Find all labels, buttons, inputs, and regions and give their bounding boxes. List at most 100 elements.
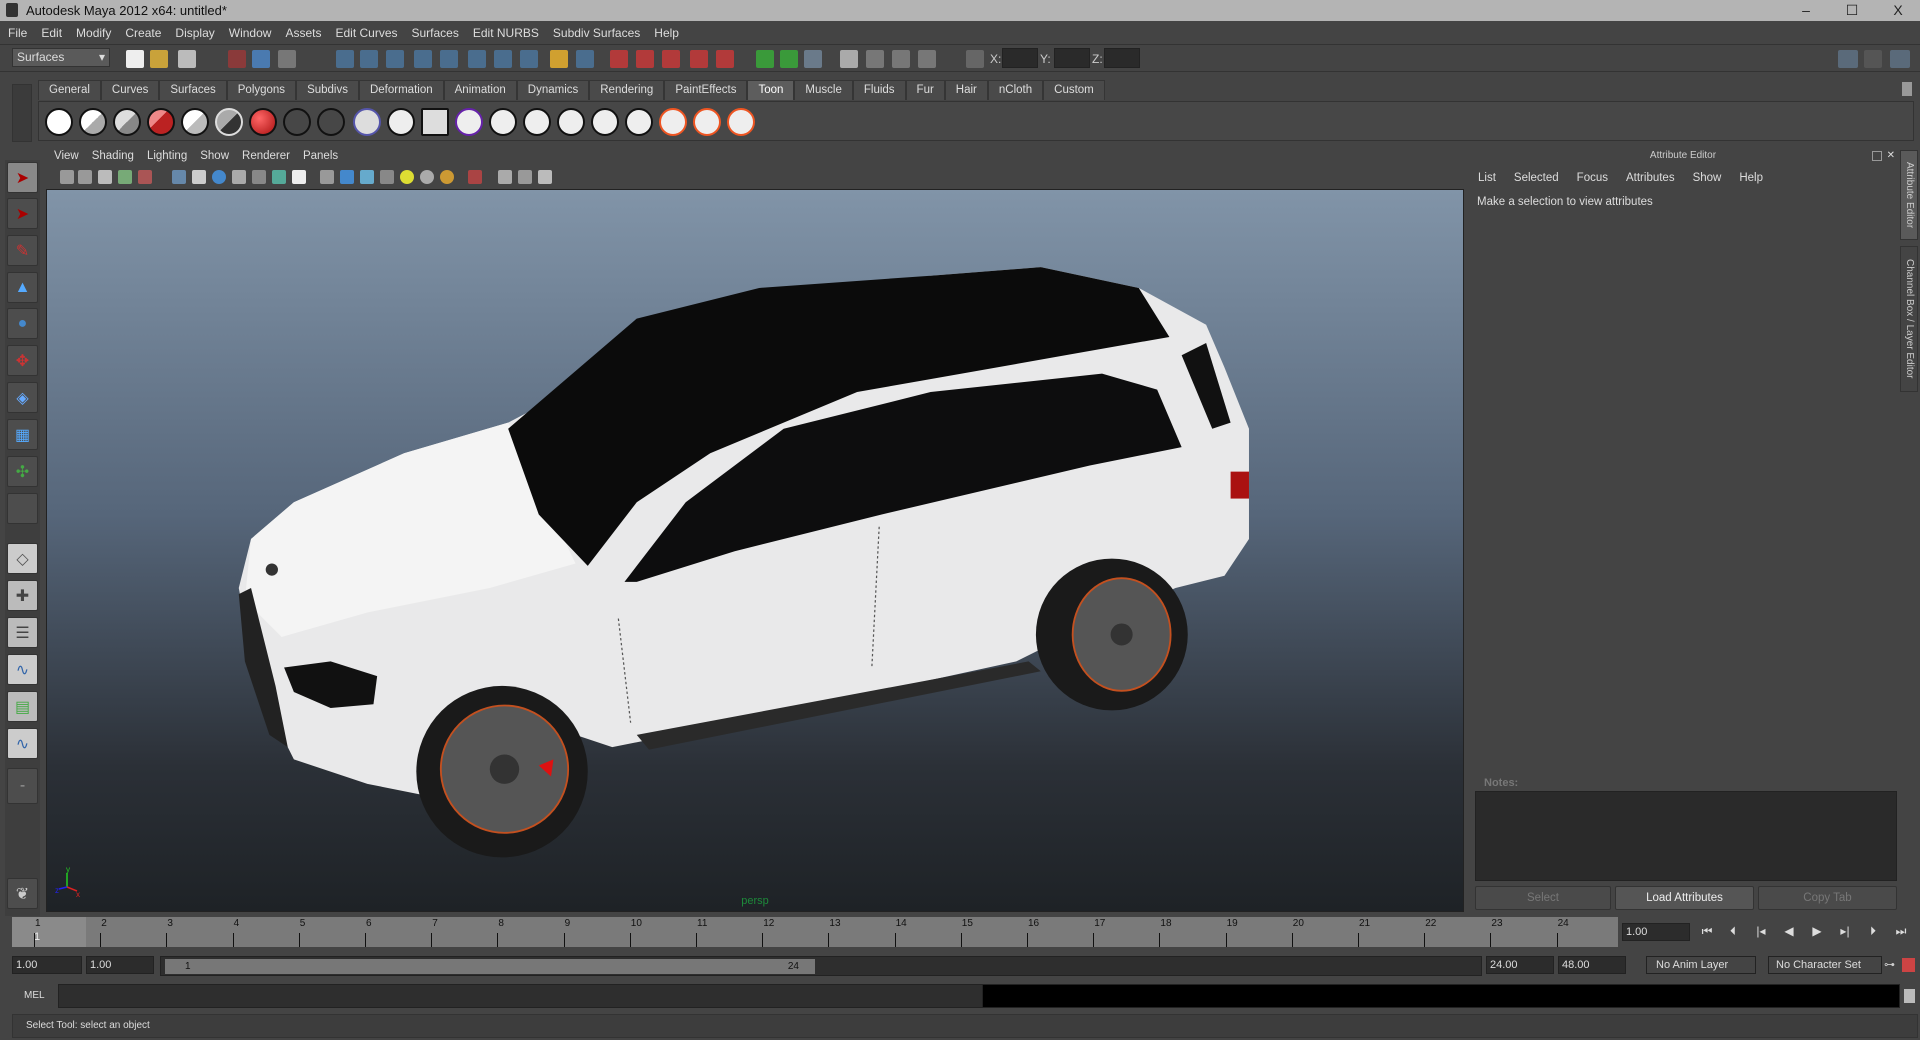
script-editor-icon[interactable] [1904,989,1915,1003]
resolution-gate-icon[interactable] [212,170,226,184]
channel-box-toggle-icon[interactable] [1890,50,1910,68]
toon-fill-rim-icon[interactable] [215,108,243,136]
soft-mod-tool-icon[interactable]: ▦ [7,419,38,450]
snap-curve-icon[interactable] [360,50,378,68]
snap-view-plane-icon[interactable] [414,50,432,68]
smooth-shade-icon[interactable] [340,170,354,184]
xray-icon[interactable] [498,170,512,184]
tab-attribute-editor[interactable]: Attribute Editor [1900,150,1918,240]
y-field[interactable] [1054,48,1090,68]
shelf-tab-general[interactable]: General [38,80,101,100]
go-to-end-icon[interactable]: ⏭ [1892,924,1910,940]
toon-fill-white-icon[interactable] [45,108,73,136]
shelf-tab-muscle[interactable]: Muscle [794,80,853,100]
trash-icon[interactable] [1902,82,1912,96]
toon-profile-icon[interactable] [421,108,449,136]
go-to-start-icon[interactable]: ⏮ [1698,924,1716,940]
end-time-field[interactable]: 48.00 [1558,956,1626,974]
shadows-icon[interactable] [420,170,434,184]
scale-tool-icon[interactable]: ✥ [7,345,38,376]
outliner-persp-layout-icon[interactable]: ☰ [7,617,38,648]
ae-menu-selected[interactable]: Selected [1514,172,1559,184]
ae-menu-attributes[interactable]: Attributes [1626,172,1675,184]
xray-components-icon[interactable] [538,170,552,184]
single-perspective-layout-icon[interactable]: ◇ [7,543,38,574]
toon-fill-red-icon[interactable] [147,108,175,136]
menu-modify[interactable]: Modify [76,26,111,40]
shelf-tab-deformation[interactable]: Deformation [358,80,444,100]
last-tool-slot[interactable] [7,493,38,524]
camera-select-icon[interactable] [60,170,74,184]
step-back-frame-icon[interactable]: |◂ [1752,924,1770,940]
lasso-tool-icon[interactable]: ➤ [7,198,38,229]
shelf-tab-animation[interactable]: Animation [443,80,517,100]
panel-menu-renderer[interactable]: Renderer [242,150,290,166]
time-slider[interactable]: 1 1 2 3 4 5 6 7 8 9 10 11 12 13 14 15 16 17 18 19 20 21 22 23 2… [12,917,1618,947]
play-forwards-icon[interactable]: ▶ [1808,924,1826,940]
menu-assets[interactable]: Assets [285,26,321,40]
textured-icon[interactable] [380,170,394,184]
layout-more-button[interactable]: - [7,768,38,804]
paint-select-tool-icon[interactable]: ✎ [7,235,38,266]
toon-fill-solid-red-icon[interactable] [249,108,277,136]
help-icon[interactable] [520,50,538,68]
field-chart-icon[interactable] [252,170,266,184]
panel-menu-panels[interactable]: Panels [303,150,338,166]
start-time-field[interactable]: 1.00 [12,956,82,974]
toon-fill-dark-icon[interactable] [113,108,141,136]
playback-start-field[interactable]: 1.00 [86,956,154,974]
move-tool-icon[interactable]: ▲ [7,272,38,303]
toon-reverse-icon[interactable] [455,108,483,136]
toon-brush-icon[interactable] [489,108,517,136]
step-forward-key-icon[interactable]: ⏵ [1864,924,1882,940]
current-time-field[interactable]: 1.00 [1622,923,1690,941]
manipulator-tool-icon[interactable]: ◈ [7,382,38,413]
shelf-tab-subdivs[interactable]: Subdivs [296,80,359,100]
shelf-tab-polygons[interactable]: Polygons [226,80,297,100]
hypershade-layout-icon[interactable]: ▤ [7,691,38,722]
toon-assign-outline-icon[interactable] [353,108,381,136]
shelf-tab-fluids[interactable]: Fluids [852,80,906,100]
command-language-label[interactable]: MEL [24,990,45,1001]
float-panel-icon[interactable] [1872,151,1882,161]
load-attributes-button[interactable]: Load Attributes [1615,886,1754,910]
attribute-editor-toggle-icon[interactable] [1838,50,1858,68]
menu-help[interactable]: Help [654,26,679,40]
ae-menu-focus[interactable]: Focus [1577,172,1608,184]
toon-brush-icon-4[interactable] [591,108,619,136]
notes-field[interactable] [1475,791,1897,881]
minimize-button[interactable]: – [1784,0,1828,21]
select-hierarchy-icon[interactable] [228,50,246,68]
construction-history-icon[interactable] [804,50,822,68]
ae-menu-show[interactable]: Show [1693,172,1722,184]
persp-trax-layout-icon[interactable]: ∿ [7,728,38,759]
select-component-icon[interactable] [278,50,296,68]
toon-brush-icon-2[interactable] [523,108,551,136]
output-ops-icon[interactable] [780,50,798,68]
range-slider[interactable]: 1 24 [160,956,1482,976]
transform-input-icon[interactable] [966,50,984,68]
select-button[interactable]: Select [1475,886,1611,910]
toon-line-icon[interactable] [659,108,687,136]
toon-line-icon-3[interactable] [727,108,755,136]
toon-fill-light-icon[interactable] [181,108,209,136]
toon-line-icon-2[interactable] [693,108,721,136]
shelf-tab-hair[interactable]: Hair [944,80,988,100]
magnet-icon-4[interactable] [716,50,734,68]
snap-grid-icon[interactable] [336,50,354,68]
2d-pan-zoom-icon[interactable] [138,170,152,184]
panel-menu-show[interactable]: Show [200,150,229,166]
selection-highlight-icon[interactable] [576,50,594,68]
menu-create[interactable]: Create [125,26,161,40]
input-ops-icon[interactable] [756,50,774,68]
camera-attributes-icon[interactable] [78,170,92,184]
toon-brush-icon-5[interactable] [625,108,653,136]
range-slider-handle[interactable]: 1 24 [165,959,815,974]
auto-key-icon[interactable]: ⊶ [1884,958,1895,971]
persp-graph-layout-icon[interactable]: ∿ [7,654,38,685]
menu-edit-curves[interactable]: Edit Curves [335,26,397,40]
preferences-icon[interactable] [1902,958,1915,972]
shelf-tab-fur[interactable]: Fur [905,80,945,100]
image-plane-icon[interactable] [118,170,132,184]
shelf-tab-rendering[interactable]: Rendering [589,80,665,100]
